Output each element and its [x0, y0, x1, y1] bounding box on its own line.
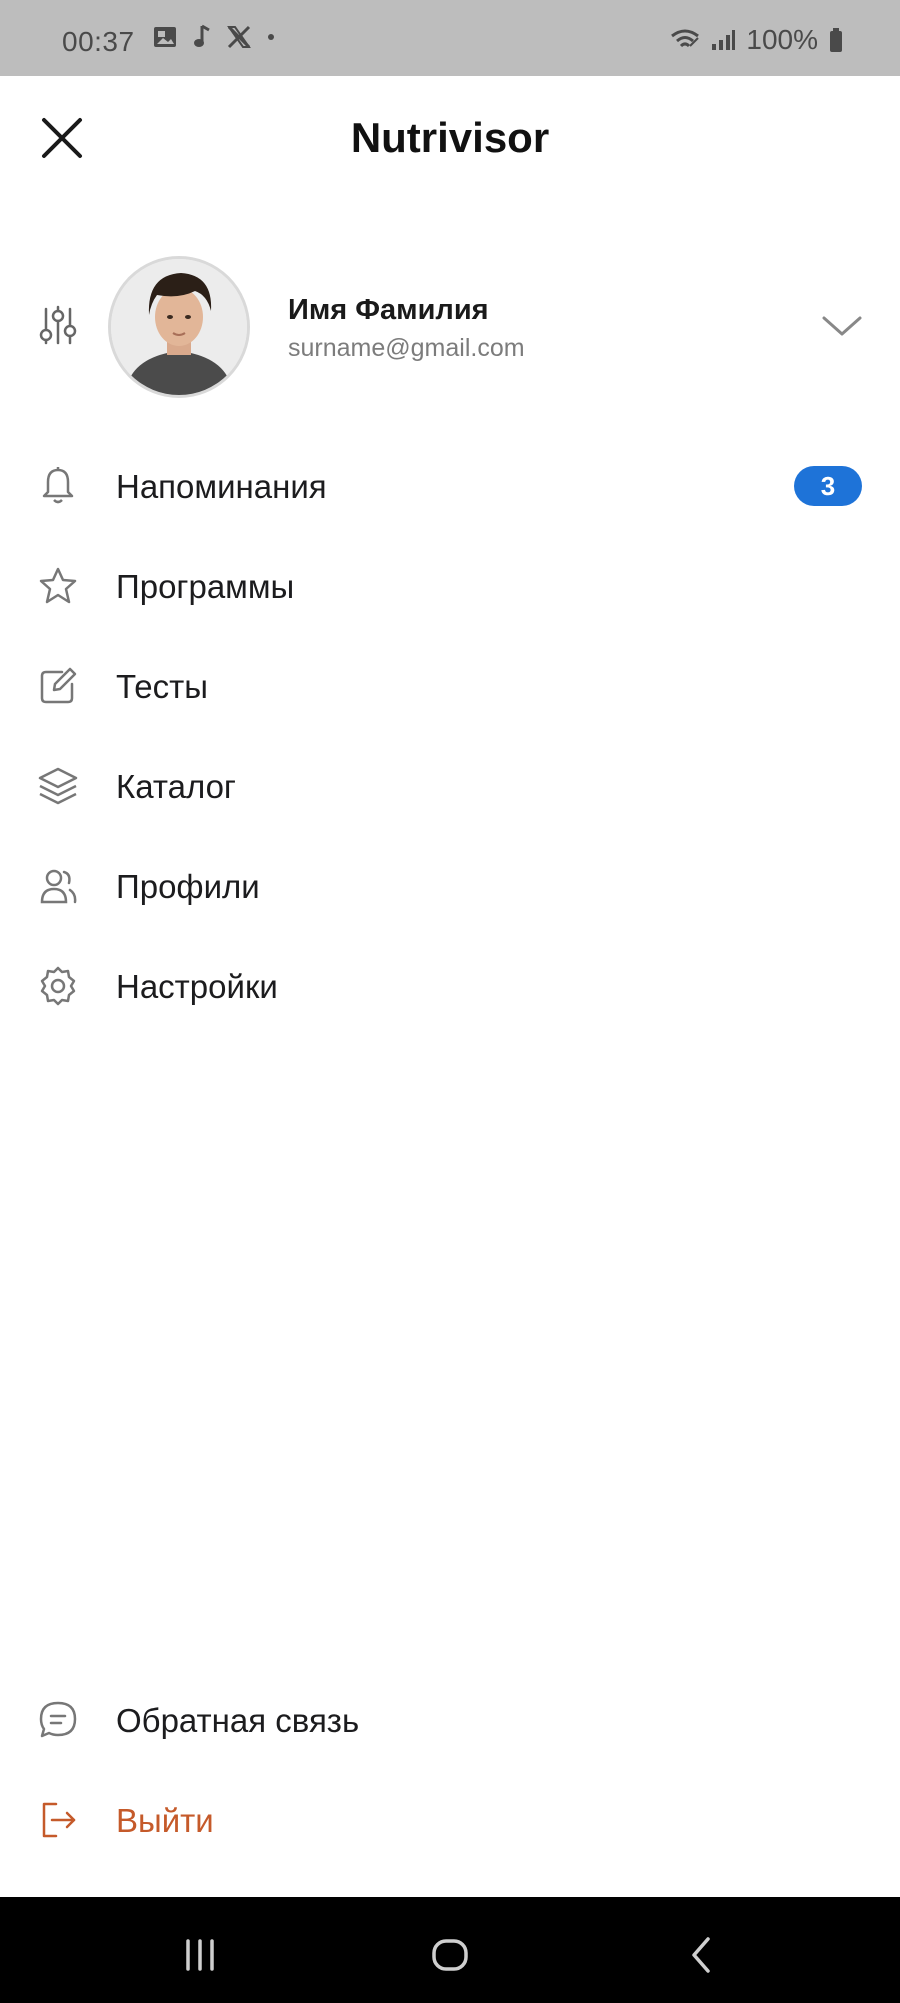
menu-item-reminders[interactable]: Напоминания 3: [0, 436, 900, 536]
adjust-icon[interactable]: [36, 303, 80, 347]
status-bar: 00:37 100%: [0, 0, 900, 76]
menu-item-label: Тесты: [116, 668, 208, 705]
music-note-icon: [192, 24, 212, 50]
logout-icon: [36, 1798, 80, 1842]
battery-icon: [828, 27, 844, 53]
profile-name: Имя Фамилия: [288, 294, 489, 326]
chevron-down-icon[interactable]: [820, 310, 864, 340]
reminders-count-badge: 3: [794, 466, 862, 506]
menu-item-logout[interactable]: Выйти: [0, 1770, 900, 1870]
signal-icon: [710, 28, 736, 52]
profile-section[interactable]: Имя Фамилия surname@gmail.com: [0, 250, 900, 400]
menu-item-catalog[interactable]: Каталог: [0, 736, 900, 836]
menu-item-label: Обратная связь: [116, 1702, 360, 1739]
menu-item-label: Выйти: [116, 1802, 214, 1839]
menu-item-label: Программы: [116, 568, 295, 605]
avatar[interactable]: [108, 256, 250, 398]
menu-item-label: Профили: [116, 868, 260, 905]
drawer-menu: Напоминания 3 Программы Тесты Каталог Пр…: [0, 436, 900, 1036]
gallery-icon: [152, 25, 178, 49]
recent-apps-icon[interactable]: [178, 1933, 222, 1977]
back-icon[interactable]: [680, 1933, 724, 1977]
menu-item-tests[interactable]: Тесты: [0, 636, 900, 736]
layers-icon: [36, 764, 80, 808]
x-logo-icon: [226, 24, 252, 50]
status-system-icons: 100%: [670, 24, 844, 56]
menu-item-feedback[interactable]: Обратная связь: [0, 1670, 900, 1770]
battery-percent: 100%: [746, 24, 818, 55]
chat-bubble-icon: [36, 1698, 80, 1742]
home-icon[interactable]: [428, 1933, 472, 1977]
bell-icon: [36, 464, 80, 508]
profile-email: surname@gmail.com: [288, 334, 525, 362]
drawer-bottom-menu: Обратная связь Выйти: [0, 1670, 900, 1870]
menu-item-settings[interactable]: Настройки: [0, 936, 900, 1036]
drawer-header: Nutrivisor: [0, 76, 900, 206]
star-icon: [36, 564, 80, 608]
system-nav-bar: [0, 1897, 900, 2003]
app-title: Nutrivisor: [350, 114, 550, 161]
edit-icon: [36, 664, 80, 708]
menu-item-programs[interactable]: Программы: [0, 536, 900, 636]
gear-icon: [36, 964, 80, 1008]
menu-item-label: Напоминания: [116, 468, 327, 505]
menu-item-label: Каталог: [116, 768, 236, 805]
users-icon: [36, 864, 80, 908]
status-notification-icons: [152, 24, 276, 50]
menu-item-label: Настройки: [116, 968, 278, 1005]
dot-icon: [266, 32, 276, 42]
status-time: 00:37: [62, 26, 135, 57]
wifi-icon: [670, 28, 700, 52]
menu-item-profiles[interactable]: Профили: [0, 836, 900, 936]
